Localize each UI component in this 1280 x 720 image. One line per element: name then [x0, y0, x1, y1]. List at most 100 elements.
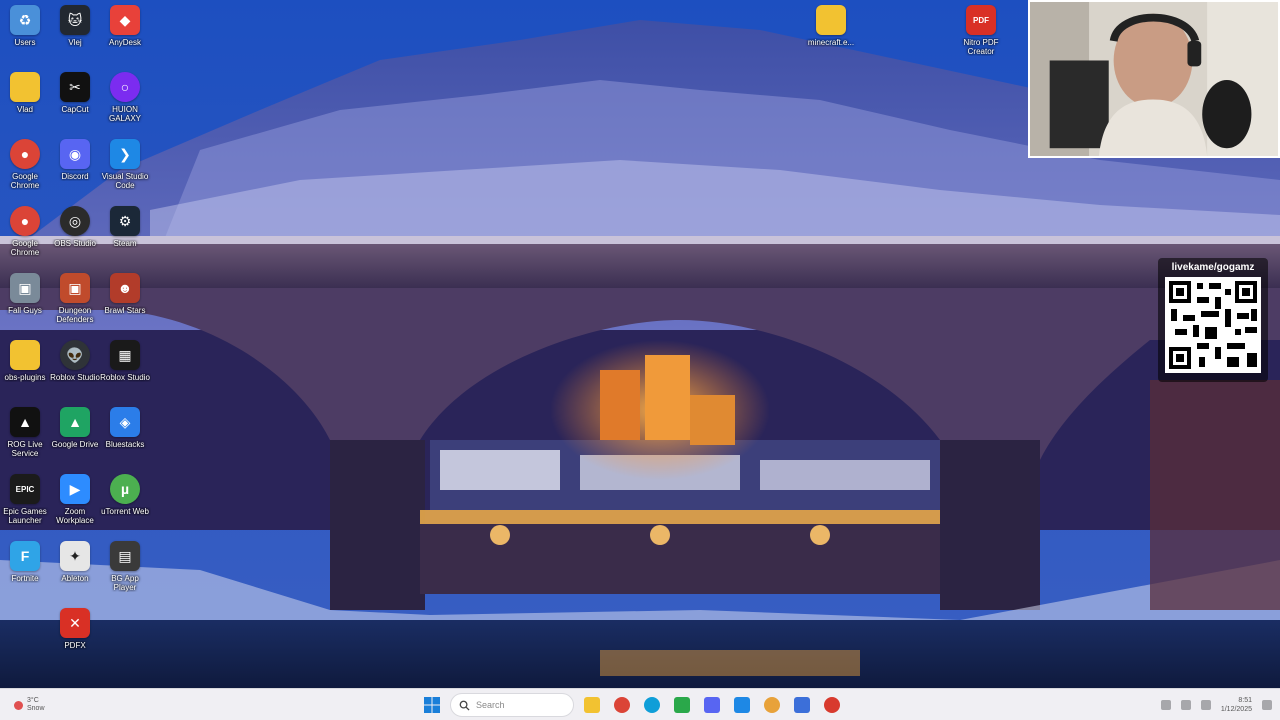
desktop-icon-chrome[interactable]: ● Google Chrome — [0, 134, 50, 196]
desktop-icon-fall-guys[interactable]: ▣ Fall Guys — [0, 268, 50, 330]
desktop-icon-brawl[interactable]: ☻ Brawl Stars — [100, 268, 150, 330]
desktop-icon-label: Google Drive — [51, 440, 99, 449]
clock-date: 1/12/2025 — [1220, 706, 1252, 713]
desktop-icon-label: Vlad — [16, 105, 33, 114]
desktop-icon-capcut[interactable]: ✂ CapCut — [50, 67, 100, 129]
search-placeholder: Search — [476, 700, 505, 710]
desktop-icon-label: Bluestacks — [105, 440, 145, 449]
desktop-icon-anydesk[interactable]: ◆ AnyDesk — [100, 0, 150, 62]
desktop-icon-label: Epic Games Launcher — [3, 507, 47, 525]
desktop-icon-fortnite[interactable]: F Fortnite — [0, 536, 50, 598]
webcam-overlay — [1028, 0, 1280, 158]
desktop-icon-label: Zoom Workplace — [56, 507, 94, 525]
desktop-icon-dungeon[interactable]: ▣ Dungeon Defenders — [50, 268, 100, 330]
desktop: ♻ Users 🐱 Vlej ◆ AnyDesk Vlad ✂ CapCut ○… — [0, 0, 1280, 688]
xbox-icon — [674, 697, 690, 713]
pdf-icon: PDF — [966, 5, 996, 35]
bluestacks-icon: ◈ — [110, 407, 140, 437]
desktop-icon-rog[interactable]: ▲ ROG Live Service — [0, 402, 50, 464]
taskbar-app-file-explorer[interactable] — [580, 693, 604, 717]
desktop-icon-ableton[interactable]: ✦ Ableton — [50, 536, 100, 598]
recycle-bin-icon: ♻ — [10, 5, 40, 35]
alien-icon: 👽 — [60, 340, 90, 370]
qr-code-overlay: livekame/gogamz — [1158, 258, 1268, 382]
desktop-icon-label: Steam — [113, 239, 137, 248]
desktop-icon-google-drive[interactable]: ▲ Google Drive — [50, 402, 100, 464]
desktop-icon-label: HUION GALAXY — [108, 105, 141, 123]
chevron-up-icon[interactable] — [1160, 700, 1171, 710]
desktop-icon-obs[interactable]: ◎ OBS Studio — [50, 201, 100, 263]
desktop-icon-label: uTorrent Web — [101, 507, 149, 516]
discord-icon — [704, 697, 720, 713]
taskbar-app-chrome-alt[interactable] — [760, 693, 784, 717]
desktop-icon-bg-app[interactable]: ▤ BG App Player — [100, 536, 150, 598]
desktop-icon-label: Nitro PDF Creator — [963, 38, 999, 56]
game-icon: ▣ — [10, 273, 40, 303]
search-icon — [459, 700, 470, 711]
desktop-icon-zoom[interactable]: ▶ Zoom Workplace — [50, 469, 100, 531]
steam-icon: ⚙ — [110, 206, 140, 236]
weather-condition: Snow — [27, 705, 45, 712]
clock[interactable]: 8:51 1/12/2025 — [1221, 696, 1252, 714]
desktop-icon-alien[interactable]: 👽 Roblox Studio — [50, 335, 100, 397]
desktop-icon-label: PDFX — [64, 641, 86, 650]
taskbar-search-box[interactable]: Search — [450, 693, 574, 717]
desktop-icon-vlad[interactable]: Vlad — [0, 67, 50, 129]
fortnite-icon: F — [10, 541, 40, 571]
desktop-icon-roblox-studio[interactable]: ▦ Roblox Studio — [100, 335, 150, 397]
desktop-icon-label: AnyDesk — [108, 38, 141, 47]
desktop-icon-users[interactable]: ♻ Users — [0, 0, 50, 62]
weather-icon — [14, 700, 23, 710]
epic-games-icon: EPIC — [10, 474, 40, 504]
desktop-icon-label: Users — [14, 38, 36, 47]
taskbar-app-blue[interactable] — [790, 693, 814, 717]
taskbar-app-chrome[interactable] — [610, 693, 634, 717]
start-button[interactable] — [420, 693, 444, 717]
desktop-icon-discord[interactable]: ◉ Discord — [50, 134, 100, 196]
taskbar: 3°C Snow Search 8:51 1/12/2025 — [0, 688, 1280, 720]
desktop-icon-label: Visual Studio Code — [101, 172, 149, 190]
chrome-icon — [614, 697, 630, 713]
star-app-icon: ✦ — [60, 541, 90, 571]
desktop-icon-vlej[interactable]: 🐱 Vlej — [50, 0, 100, 62]
desktop-icon-label: Vlej — [68, 38, 82, 47]
chrome-icon — [764, 697, 780, 713]
anydesk-icon: ◆ — [110, 5, 140, 35]
roblox-studio-icon: ▦ — [110, 340, 140, 370]
desktop-icon-label: BG App Player — [111, 574, 139, 592]
taskbar-app-vscode[interactable] — [730, 693, 754, 717]
desktop-icon-minecraft-folder[interactable]: minecraft.e... — [806, 0, 856, 62]
taskbar-app-red[interactable] — [820, 693, 844, 717]
desktop-icon-bluestacks[interactable]: ◈ Bluestacks — [100, 402, 150, 464]
chrome-icon: ● — [10, 139, 40, 169]
file-explorer-icon — [584, 697, 600, 713]
clock-time: 8:51 — [1238, 697, 1252, 704]
desktop-icon-label: obs-plugins — [4, 373, 46, 382]
weather-temp: 3°C — [27, 697, 39, 704]
webcam-feed-image — [1030, 2, 1278, 156]
weather-widget[interactable]: 3°C Snow — [14, 693, 94, 717]
desktop-icon-pdfx[interactable]: ✕ PDFX — [50, 603, 100, 665]
qr-code-icon — [1165, 277, 1261, 373]
notification-icon[interactable] — [1262, 700, 1272, 710]
desktop-icon-vscode[interactable]: ❯ Visual Studio Code — [100, 134, 150, 196]
desktop-icon-label: Dungeon Defenders — [56, 306, 94, 324]
obs-icon: ◎ — [60, 206, 90, 236]
google-drive-icon: ▲ — [60, 407, 90, 437]
desktop-icon-nitro-pdf[interactable]: PDF Nitro PDF Creator — [956, 0, 1006, 62]
desktop-icon-obs-plugins[interactable]: obs-plugins — [0, 335, 50, 397]
desktop-icon-chrome-2[interactable]: ● Google Chrome — [0, 201, 50, 263]
desktop-icon-epic[interactable]: EPIC Epic Games Launcher — [0, 469, 50, 531]
desktop-icon-label: Fortnite — [11, 574, 39, 583]
desktop-icon-utorrent[interactable]: µ uTorrent Web — [100, 469, 150, 531]
folder-icon — [816, 5, 846, 35]
taskbar-app-edge[interactable] — [640, 693, 664, 717]
taskbar-app-discord[interactable] — [700, 693, 724, 717]
vscode-icon — [734, 697, 750, 713]
desktop-icon-steam[interactable]: ⚙ Steam — [100, 201, 150, 263]
wifi-icon[interactable] — [1180, 700, 1191, 710]
desktop-icon-huion[interactable]: ○ HUION GALAXY — [100, 67, 150, 129]
volume-icon[interactable] — [1200, 700, 1211, 710]
taskbar-app-xbox[interactable] — [670, 693, 694, 717]
app-red-icon — [824, 697, 840, 713]
